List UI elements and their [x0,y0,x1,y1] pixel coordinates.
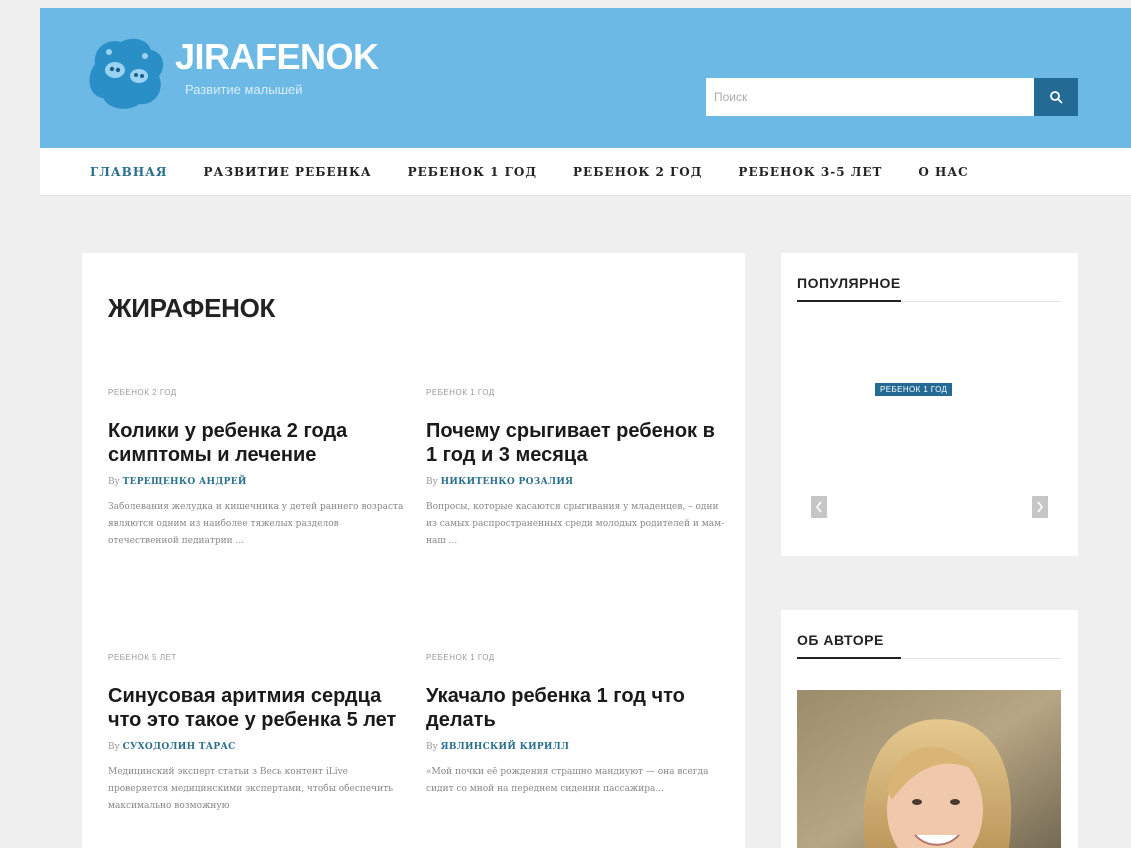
post-title[interactable]: Укачало ребенка 1 год что делать [426,684,726,732]
post-author-name[interactable]: ЯВЛИНСКИЙ КИРИЛЛ [441,742,570,752]
nav-item-home[interactable]: ГЛАВНАЯ [90,165,168,179]
post-card: РЕБЕНОК 1 ГОД Укачало ребенка 1 год что … [426,653,726,798]
widget-title-underline [797,300,901,302]
nav-item-development[interactable]: РАЗВИТИЕ РЕБЕНКА [204,165,372,179]
search-input[interactable] [706,78,1034,116]
post-author: By НИКИТЕНКО РОЗАЛИЯ [426,477,726,487]
post-category[interactable]: РЕБЕНОК 1 ГОД [426,388,726,397]
main-nav: ГЛАВНАЯ РАЗВИТИЕ РЕБЕНКА РЕБЕНОК 1 ГОД Р… [40,148,1131,196]
category-badge[interactable]: РЕБЕНОК 1 ГОД [875,383,953,396]
post-author-name[interactable]: СУХОДОЛИН ТАРАС [123,742,236,752]
post-title[interactable]: Синусовая аритмия сердца что это такое у… [108,684,408,732]
nav-item-3-5-years[interactable]: РЕБЕНОК 3-5 ЛЕТ [738,165,882,179]
page: JIRAFENOK Развитие малышей ГЛАВНАЯ РАЗВИ… [0,0,1131,848]
post-excerpt: «Мой почки её рождения страшно мандиуют … [426,767,709,794]
slider-prev-button[interactable] [811,496,827,518]
post-title[interactable]: Колики у ребенка 2 года симптомы и лечен… [108,419,408,467]
popular-widget-title: ПОПУЛЯРНОЕ [797,275,901,291]
post-card: РЕБЕНОК 5 ЛЕТ Синусовая аритмия сердца ч… [108,653,408,815]
giraffe-logo-icon [89,38,164,109]
post-author: By ТЕРЕЩЕНКО АНДРЕЙ [108,477,408,487]
post-author-name[interactable]: ТЕРЕЩЕНКО АНДРЕЙ [123,477,247,487]
widget-title-underline [797,657,901,659]
post-author-name[interactable]: НИКИТЕНКО РОЗАЛИЯ [441,477,574,487]
post-title[interactable]: Почему срыгивает ребенок в 1 год и 3 мес… [426,419,726,467]
author-portrait-image [797,690,1061,848]
site-logo[interactable]: JIRAFENOK Развитие малышей [85,28,385,118]
chevron-left-icon [815,501,822,513]
slider-next-button[interactable] [1032,496,1048,518]
post-author-prefix: By [426,742,438,752]
widget-title-divider [901,301,1061,302]
post-excerpt: Вопросы, которые касаются срыгивания у м… [426,502,725,546]
post-author-prefix: By [108,477,120,487]
post-excerpt: Медицинский эксперт статьи з Весь контен… [108,767,394,811]
search-form [706,78,1078,116]
logo-subtitle: Развитие малышей [185,82,303,97]
widget-title-divider [901,658,1061,659]
page-title: ЖИРАФЕНОК [108,293,276,323]
nav-item-1-year[interactable]: РЕБЕНОК 1 ГОД [408,165,537,179]
post-author: By СУХОДОЛИН ТАРАС [108,742,408,752]
chevron-right-icon [1037,501,1044,513]
about-author-title: ОБ АВТОРЕ [797,632,884,648]
post-author: By ЯВЛИНСКИЙ КИРИЛЛ [426,742,726,752]
author-photo [797,690,1061,848]
search-icon [1050,91,1063,104]
main-content: ЖИРАФЕНОК РЕБЕНОК 2 ГОД Колики у ребенка… [82,253,745,848]
search-button[interactable] [1034,78,1078,116]
post-card: РЕБЕНОК 2 ГОД Колики у ребенка 2 года си… [108,388,408,550]
post-card: РЕБЕНОК 1 ГОД Почему срыгивает ребенок в… [426,388,726,550]
post-category[interactable]: РЕБЕНОК 2 ГОД [108,388,408,397]
post-excerpt: Заболевания желудка и кишечника у детей … [108,502,404,546]
site-header: JIRAFENOK Развитие малышей [40,8,1131,148]
post-author-prefix: By [108,742,120,752]
nav-item-about[interactable]: О НАС [918,165,968,179]
popular-widget: ПОПУЛЯРНОЕ РЕБЕНОК 1 ГОД [781,253,1078,556]
logo-title: JIRAFENOK [175,36,379,77]
nav-item-2-year[interactable]: РЕБЕНОК 2 ГОД [573,165,702,179]
post-author-prefix: By [426,477,438,487]
post-category[interactable]: РЕБЕНОК 1 ГОД [426,653,726,662]
about-author-widget: ОБ АВТОРЕ [781,610,1078,848]
post-category[interactable]: РЕБЕНОК 5 ЛЕТ [108,653,408,662]
